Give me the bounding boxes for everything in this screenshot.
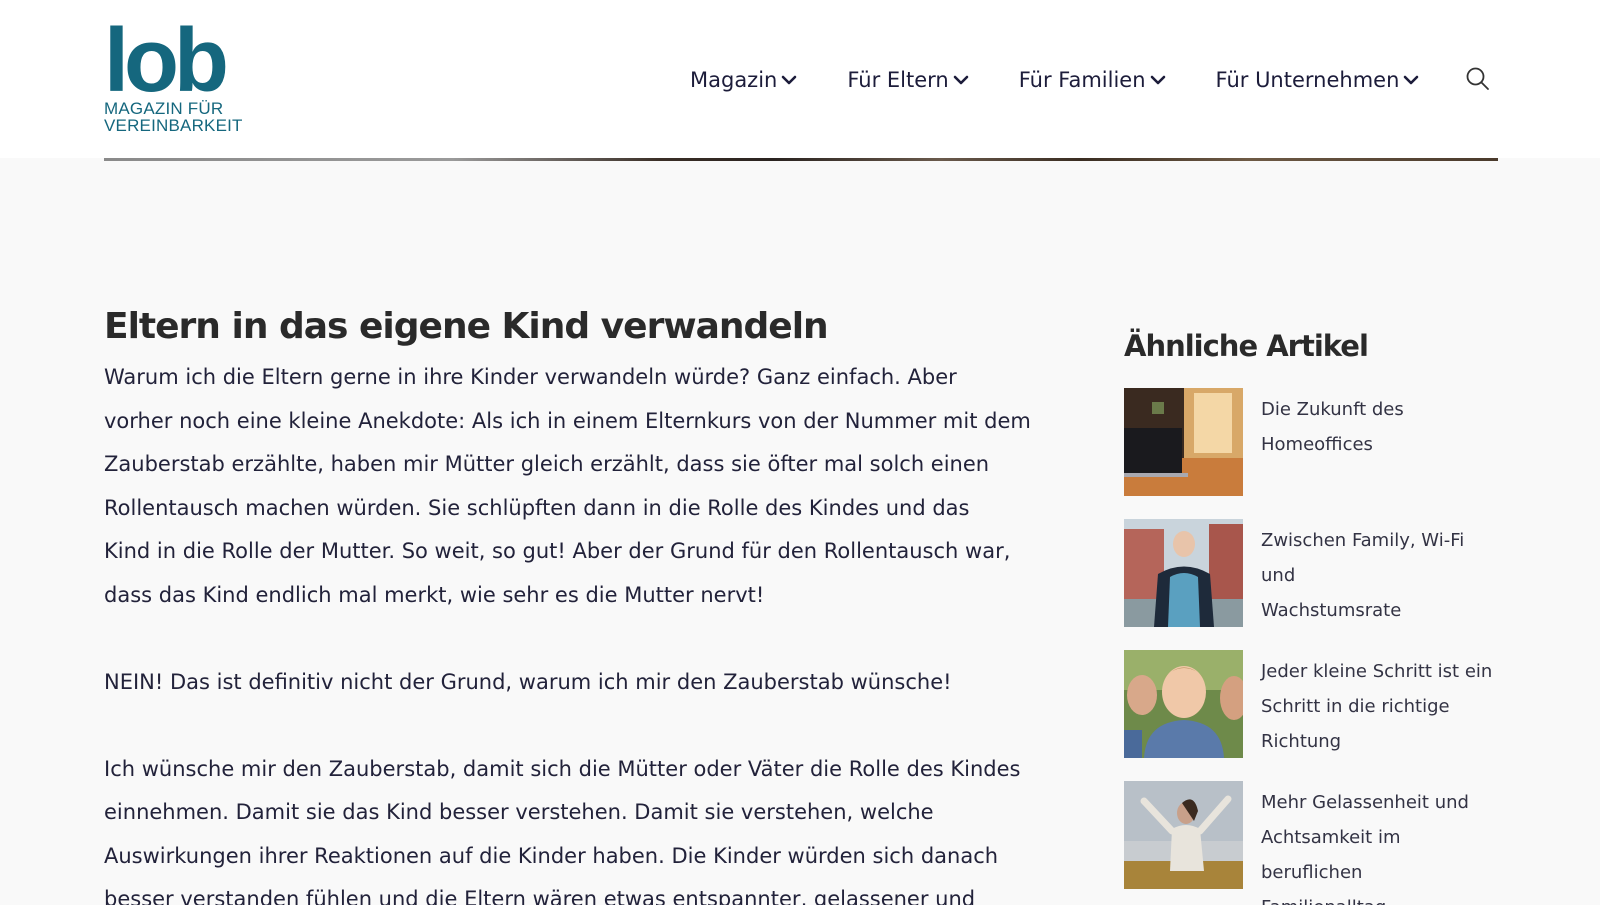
article-title: Eltern in das eigene Kind verwandeln <box>104 306 829 347</box>
chevron-down-icon <box>782 75 797 85</box>
related-article-title-line: Schritt in die richtige <box>1261 696 1450 717</box>
related-article-title-line: Jeder kleine Schritt ist ein <box>1261 661 1493 682</box>
thumbnail-young-people-image[interactable] <box>1124 650 1243 758</box>
logo-mark: lob <box>104 11 229 111</box>
related-article-title-line: Familienalltag <box>1261 897 1386 905</box>
search-icon[interactable] <box>1465 66 1491 92</box>
chevron-down-icon <box>1150 75 1165 85</box>
nav-item-label: Für Eltern <box>847 68 949 92</box>
related-article-title-line: Zwischen Family, Wi-Fi und <box>1261 530 1465 586</box>
thumbnail-woman-field-image[interactable] <box>1124 781 1243 889</box>
chevron-down-icon <box>1404 75 1419 85</box>
article-line: Zauberstab erzählte, haben mir Mütter gl… <box>104 452 990 476</box>
nav-item-magazin[interactable]: Magazin <box>690 68 797 92</box>
thumbnail-home-office-image[interactable] <box>1124 388 1243 496</box>
article-paragraph-1: Warum ich die Eltern gerne in ihre Kinde… <box>104 356 1044 617</box>
related-article-title-line: Richtung <box>1261 731 1342 752</box>
nav-item-fuer-unternehmen[interactable]: Für Unternehmen <box>1216 68 1420 92</box>
nav-item-label: Für Unternehmen <box>1215 68 1400 92</box>
logo-tagline-line-2: VEREINBARKEIT <box>104 116 243 135</box>
nav-item-fuer-eltern[interactable]: Für Eltern <box>847 68 969 92</box>
related-article-text: Jeder kleine Schritt ist ein Schritt in … <box>1261 654 1504 758</box>
article-line: Auswirkungen ihrer Reaktionen auf die Ki… <box>104 843 999 868</box>
site-header: lob MAGAZIN FÜR VEREINBARKEIT Magazin Fü… <box>0 0 1600 158</box>
article-line: dass das Kind endlich mal merkt, wie seh… <box>104 582 765 607</box>
related-article-title-line: Homeoffices <box>1261 434 1373 455</box>
related-article-title-line: Achtsamkeit im beruflichen <box>1261 827 1401 883</box>
related-article-kleine-schritte[interactable]: Jeder kleine Schritt ist ein Schritt in … <box>1124 650 1504 758</box>
related-article-title-line: Mehr Gelassenheit und <box>1261 792 1469 813</box>
chevron-down-icon <box>953 75 969 85</box>
article-line: einnehmen. Damit sie das Kind besser ver… <box>104 800 934 824</box>
related-article-text: Mehr Gelassenheit und Achtsamkeit im ber… <box>1261 785 1504 905</box>
article-line: vorher noch eine kleine Anekdote: Als ic… <box>104 408 1031 433</box>
article-content: Eltern in das eigene Kind verwandeln War… <box>104 302 1044 905</box>
related-article-homeoffice[interactable]: Die Zukunft des Homeoffices <box>1124 388 1504 496</box>
article-line: besser verstanden fühlen und die Eltern … <box>104 887 976 905</box>
related-article-text: Zwischen Family, Wi-Fi und Wachstumsrate <box>1261 523 1504 627</box>
hero-image-edge <box>104 158 1498 161</box>
related-article-title-line: Die Zukunft des <box>1261 399 1404 420</box>
related-articles: Ähnliche Artikel Die Zukunft des Homeoff… <box>1124 323 1504 905</box>
nav-item-label: Für Familien <box>1018 68 1146 92</box>
nav-item-label: Magazin <box>690 68 778 92</box>
site-logo[interactable]: lob MAGAZIN FÜR VEREINBARKEIT <box>104 11 244 137</box>
article-line: NEIN! Das ist definitiv nicht der Grund,… <box>104 669 952 694</box>
thumbnail-woman-city-image[interactable] <box>1124 519 1243 627</box>
related-article-text: Die Zukunft des Homeoffices <box>1261 392 1504 496</box>
related-articles-title: Ähnliche Artikel <box>1124 329 1369 363</box>
related-article-gelassenheit[interactable]: Mehr Gelassenheit und Achtsamkeit im ber… <box>1124 781 1504 905</box>
article-line: Ich wünsche mir den Zauberstab, damit si… <box>104 756 1021 781</box>
article-paragraph-2: NEIN! Das ist definitiv nicht der Grund,… <box>104 661 1044 705</box>
article-line: Rollentausch machen würden. Sie schlüpft… <box>104 495 970 520</box>
nav-item-fuer-familien[interactable]: Für Familien <box>1019 68 1166 92</box>
main-navigation: Magazin Für Eltern Für Familien Für Unte… <box>690 62 1469 98</box>
article-paragraph-3: Ich wünsche mir den Zauberstab, damit si… <box>104 748 1044 905</box>
related-article-family-wifi[interactable]: Zwischen Family, Wi-Fi und Wachstumsrate <box>1124 519 1504 627</box>
article-line: Kind in die Rolle der Mutter. So weit, s… <box>104 539 1011 563</box>
related-article-title-line: Wachstumsrate <box>1261 600 1402 621</box>
article-line: Warum ich die Eltern gerne in ihre Kinde… <box>104 365 957 389</box>
logo-tagline-line-1: MAGAZIN FÜR <box>104 99 224 118</box>
